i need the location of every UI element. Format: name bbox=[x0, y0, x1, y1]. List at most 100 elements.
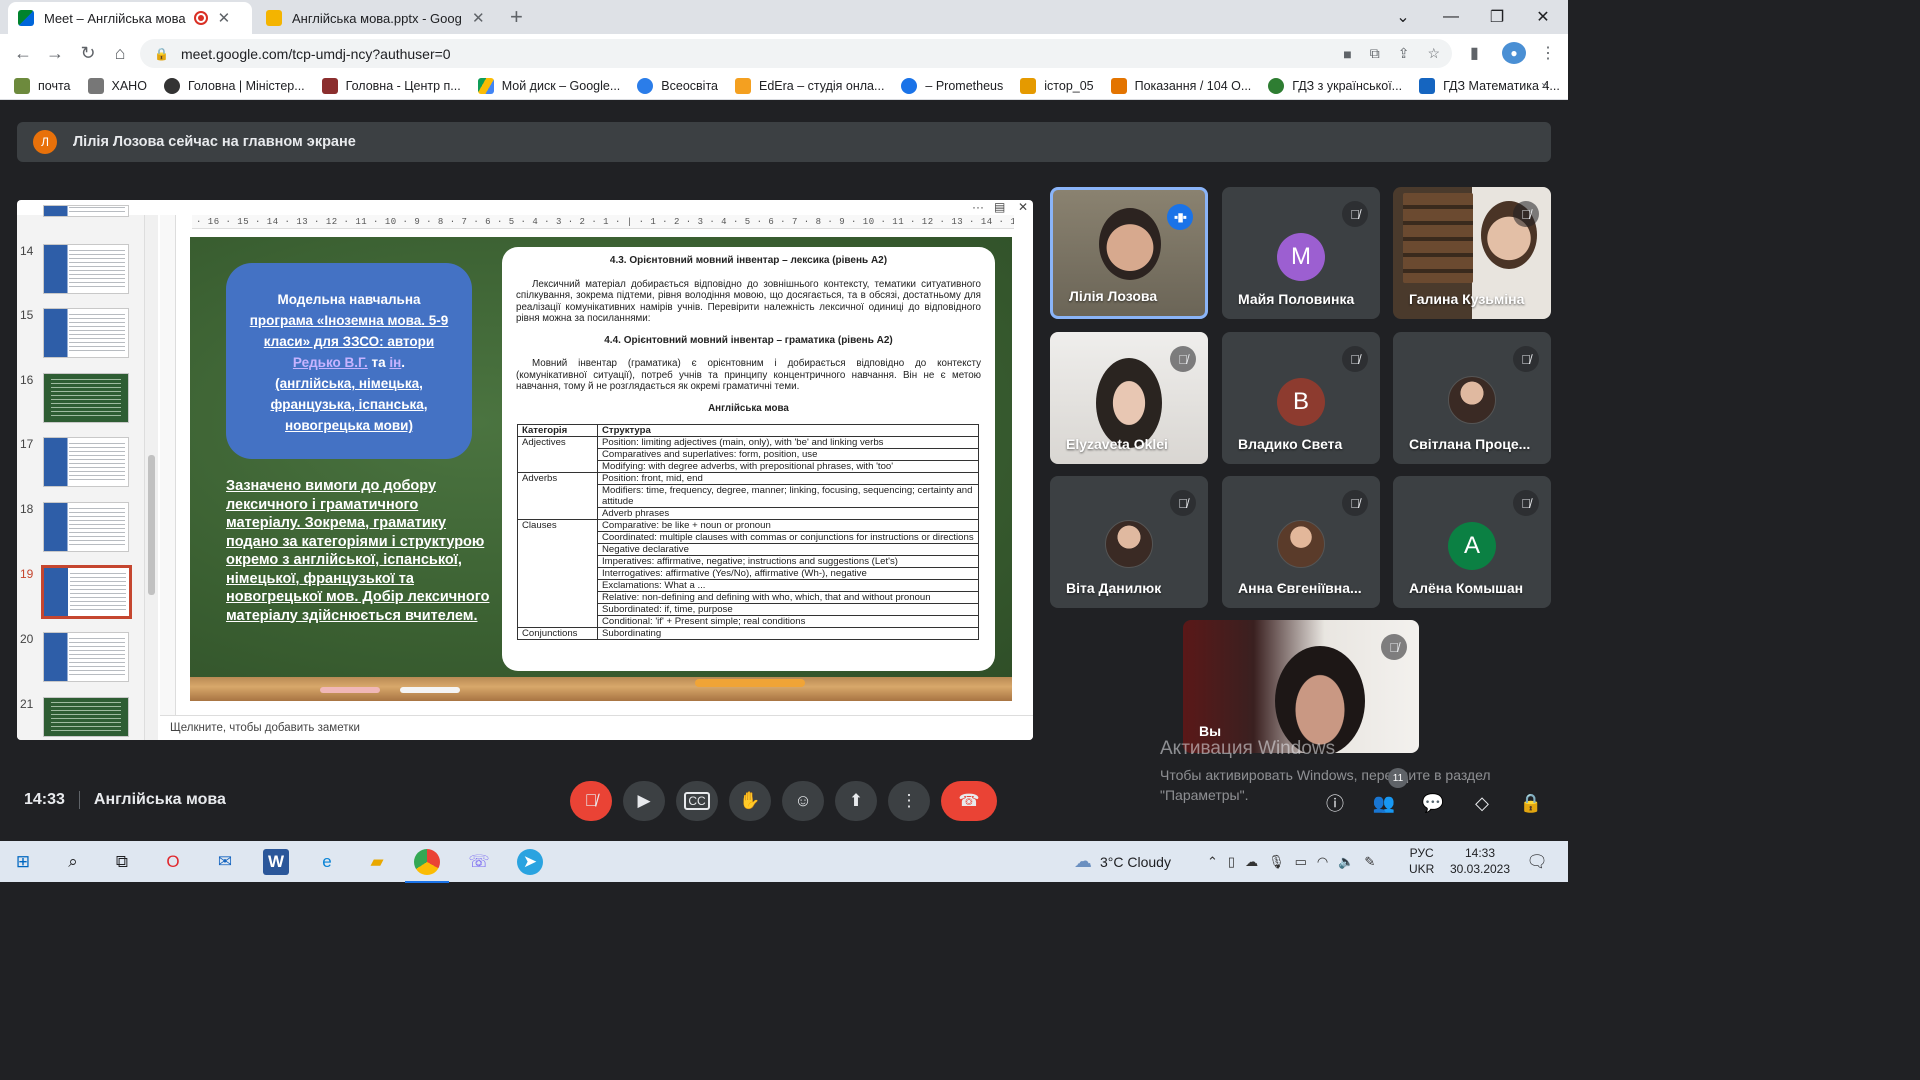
notifications-icon[interactable]: 🗨 bbox=[1524, 849, 1550, 875]
bookmark-item[interactable]: ХАНО bbox=[87, 77, 147, 94]
scroll-knob[interactable] bbox=[148, 455, 155, 595]
mic-icon[interactable]: 🎙 bbox=[1268, 854, 1285, 870]
close-tab-icon[interactable]: ✕ bbox=[218, 9, 231, 27]
viber-icon[interactable]: ☏ bbox=[466, 849, 492, 875]
slide-thumbnail-row[interactable]: 21 bbox=[17, 697, 144, 737]
thumbnail-scrollbar[interactable] bbox=[144, 215, 158, 740]
mic-toggle-button[interactable]: 🎙̸ bbox=[570, 781, 612, 821]
open-external-icon[interactable]: ⧉ bbox=[1370, 45, 1380, 62]
network-icon[interactable]: ▭ bbox=[1295, 854, 1307, 870]
slide-thumbnail-row[interactable]: 20 bbox=[17, 632, 144, 688]
slide-thumbnail-row[interactable]: 16 bbox=[17, 373, 144, 429]
menu-icon[interactable]: ⋮ bbox=[1540, 42, 1556, 64]
telegram-icon[interactable]: ➤ bbox=[517, 849, 543, 875]
more-options-button[interactable]: ⋮ bbox=[888, 781, 930, 821]
participant-tile[interactable]: ▪▮▪ Лілія Лозова bbox=[1050, 187, 1208, 319]
participant-tile[interactable]: 🎙̸ A Алёна Комышан bbox=[1393, 476, 1551, 608]
captions-button[interactable]: CC bbox=[676, 781, 718, 821]
windows-start-icon[interactable]: ⊞ bbox=[10, 849, 36, 875]
close-tab-icon[interactable]: ✕ bbox=[472, 9, 485, 27]
weather-widget[interactable]: ☁ 3°C Cloudy bbox=[1074, 841, 1171, 882]
maximize-button[interactable]: ❐ bbox=[1474, 0, 1520, 34]
system-clock[interactable]: 14:33 30.03.2023 bbox=[1448, 845, 1512, 877]
word-icon[interactable]: W bbox=[263, 849, 289, 875]
input-language[interactable]: РУС UKR bbox=[1409, 845, 1434, 877]
people-count-badge: 11 bbox=[1388, 768, 1408, 788]
close-icon[interactable]: ✕ bbox=[1018, 200, 1028, 214]
new-tab-button[interactable]: + bbox=[510, 4, 523, 30]
people-button[interactable]: 👥 bbox=[1371, 790, 1397, 816]
tab-title: Англійська мова.pptx - Google I bbox=[292, 10, 462, 26]
file-explorer-icon[interactable]: ▰ bbox=[364, 849, 390, 875]
activities-button[interactable]: ◇ bbox=[1469, 790, 1495, 816]
chevron-up-icon[interactable]: ⌃ bbox=[1207, 854, 1218, 870]
host-controls-button[interactable]: 🔒 bbox=[1518, 790, 1544, 816]
self-view-tile[interactable]: 🎙̸ Вы bbox=[1183, 620, 1419, 753]
participant-tile[interactable]: 🎙̸ Анна Євгеніївна... bbox=[1222, 476, 1380, 608]
chrome-icon[interactable] bbox=[405, 849, 449, 883]
bookmark-item[interactable]: почта bbox=[14, 77, 71, 94]
camera-icon[interactable]: ■ bbox=[1343, 46, 1351, 62]
slide-thumbnail-row[interactable]: 18 bbox=[17, 502, 144, 558]
reload-icon[interactable]: ↻ bbox=[77, 42, 99, 64]
speaker-notes[interactable]: Щелкните, чтобы добавить заметки bbox=[160, 715, 1033, 740]
tab-meet[interactable]: Meet – Англійська мова ✕ bbox=[8, 2, 252, 34]
tab-slides[interactable]: Англійська мова.pptx - Google I ✕ bbox=[256, 2, 500, 34]
bookmark-item[interactable]: Головна - Центр п... bbox=[321, 77, 461, 94]
thumbnail-partial[interactable] bbox=[17, 205, 144, 219]
bookmark-item[interactable]: – Prometheus bbox=[901, 77, 1003, 94]
bookmark-item[interactable]: Головна | Міністер... bbox=[163, 77, 305, 94]
participant-tile[interactable]: 🎙̸ Elyzaveta Oklei bbox=[1050, 332, 1208, 464]
opera-icon[interactable]: O bbox=[160, 849, 186, 875]
tab-search-icon[interactable]: ⌄ bbox=[1380, 0, 1426, 34]
mail-icon[interactable]: ✉ bbox=[212, 849, 238, 875]
leave-call-button[interactable]: ☎ bbox=[941, 781, 997, 821]
profile-avatar[interactable]: ● bbox=[1502, 42, 1526, 64]
camera-toggle-button[interactable]: ▶︎ bbox=[623, 781, 665, 821]
meeting-details-button[interactable]: ⓘ bbox=[1322, 790, 1348, 816]
participant-tile[interactable]: 🎙̸ Віта Данилюк bbox=[1050, 476, 1208, 608]
device-icon[interactable]: ▯ bbox=[1228, 854, 1235, 870]
lock-icon[interactable]: 🔒 bbox=[154, 47, 169, 61]
minimize-button[interactable]: — bbox=[1428, 0, 1474, 34]
slide-thumbnail-row[interactable]: 17 bbox=[17, 437, 144, 493]
bookmark-item[interactable]: ГДЗ Математика 4... bbox=[1419, 77, 1560, 94]
side-panel-icon[interactable]: ▮ bbox=[1470, 42, 1479, 64]
more-icon[interactable]: ··· bbox=[972, 200, 984, 214]
onedrive-icon[interactable]: ☁ bbox=[1245, 854, 1258, 870]
share-icon[interactable]: ⇪ bbox=[1398, 45, 1410, 62]
bookmark-item[interactable]: істор_05 bbox=[1020, 77, 1094, 94]
more-bookmarks-icon[interactable]: » bbox=[1541, 78, 1548, 92]
bookmark-item[interactable]: Всеосвіта bbox=[637, 77, 718, 94]
slide-thumbnail-row-selected[interactable]: 19 bbox=[17, 565, 144, 623]
present-button[interactable]: ⬆ bbox=[835, 781, 877, 821]
bookmark-item[interactable]: Мой диск – Google... bbox=[477, 77, 620, 94]
pen-icon[interactable]: ✎ bbox=[1364, 854, 1375, 870]
bookmark-item[interactable]: EdEra – студія онла... bbox=[735, 77, 884, 94]
mic-off-icon: 🎙̸ bbox=[1513, 490, 1539, 516]
edge-icon[interactable]: e bbox=[314, 849, 340, 875]
reactions-button[interactable]: ☺ bbox=[782, 781, 824, 821]
participant-tile[interactable]: 🎙̸ Галина Кузьміна bbox=[1393, 187, 1551, 319]
bookmark-star-icon[interactable]: ☆ bbox=[1427, 45, 1440, 62]
recording-icon bbox=[193, 11, 208, 25]
bookmark-item[interactable]: Показання / 104 О... bbox=[1110, 77, 1251, 94]
close-window-button[interactable]: ✕ bbox=[1520, 0, 1566, 34]
participant-tile[interactable]: 🎙̸ M Майя Половинка bbox=[1222, 187, 1380, 319]
wifi-icon[interactable]: ◠ bbox=[1317, 854, 1328, 870]
slide-thumbnail-row[interactable]: 15 bbox=[17, 308, 144, 364]
participant-tile[interactable]: 🎙̸ Світлана Проце... bbox=[1393, 332, 1551, 464]
chat-button[interactable]: 💬 bbox=[1420, 790, 1446, 816]
search-icon[interactable]: ⌕ bbox=[60, 849, 86, 875]
forward-icon[interactable]: → bbox=[44, 42, 66, 64]
bookmark-item[interactable]: ГДЗ з української... bbox=[1268, 77, 1402, 94]
participant-tile[interactable]: 🎙̸ B Владико Света bbox=[1222, 332, 1380, 464]
task-view-icon[interactable]: ⧉ bbox=[109, 849, 135, 875]
url-field[interactable]: 🔒 meet.google.com/tcp-umdj-ncy?authuser=… bbox=[140, 39, 1452, 68]
volume-icon[interactable]: 🔈 bbox=[1338, 854, 1354, 870]
home-icon[interactable]: ⌂ bbox=[109, 42, 131, 64]
slide-thumbnail-row[interactable]: 14 bbox=[17, 244, 144, 300]
raise-hand-button[interactable]: ✋ bbox=[729, 781, 771, 821]
back-icon[interactable]: ← bbox=[12, 42, 34, 64]
layout-icon[interactable]: ▤ bbox=[994, 200, 1005, 214]
